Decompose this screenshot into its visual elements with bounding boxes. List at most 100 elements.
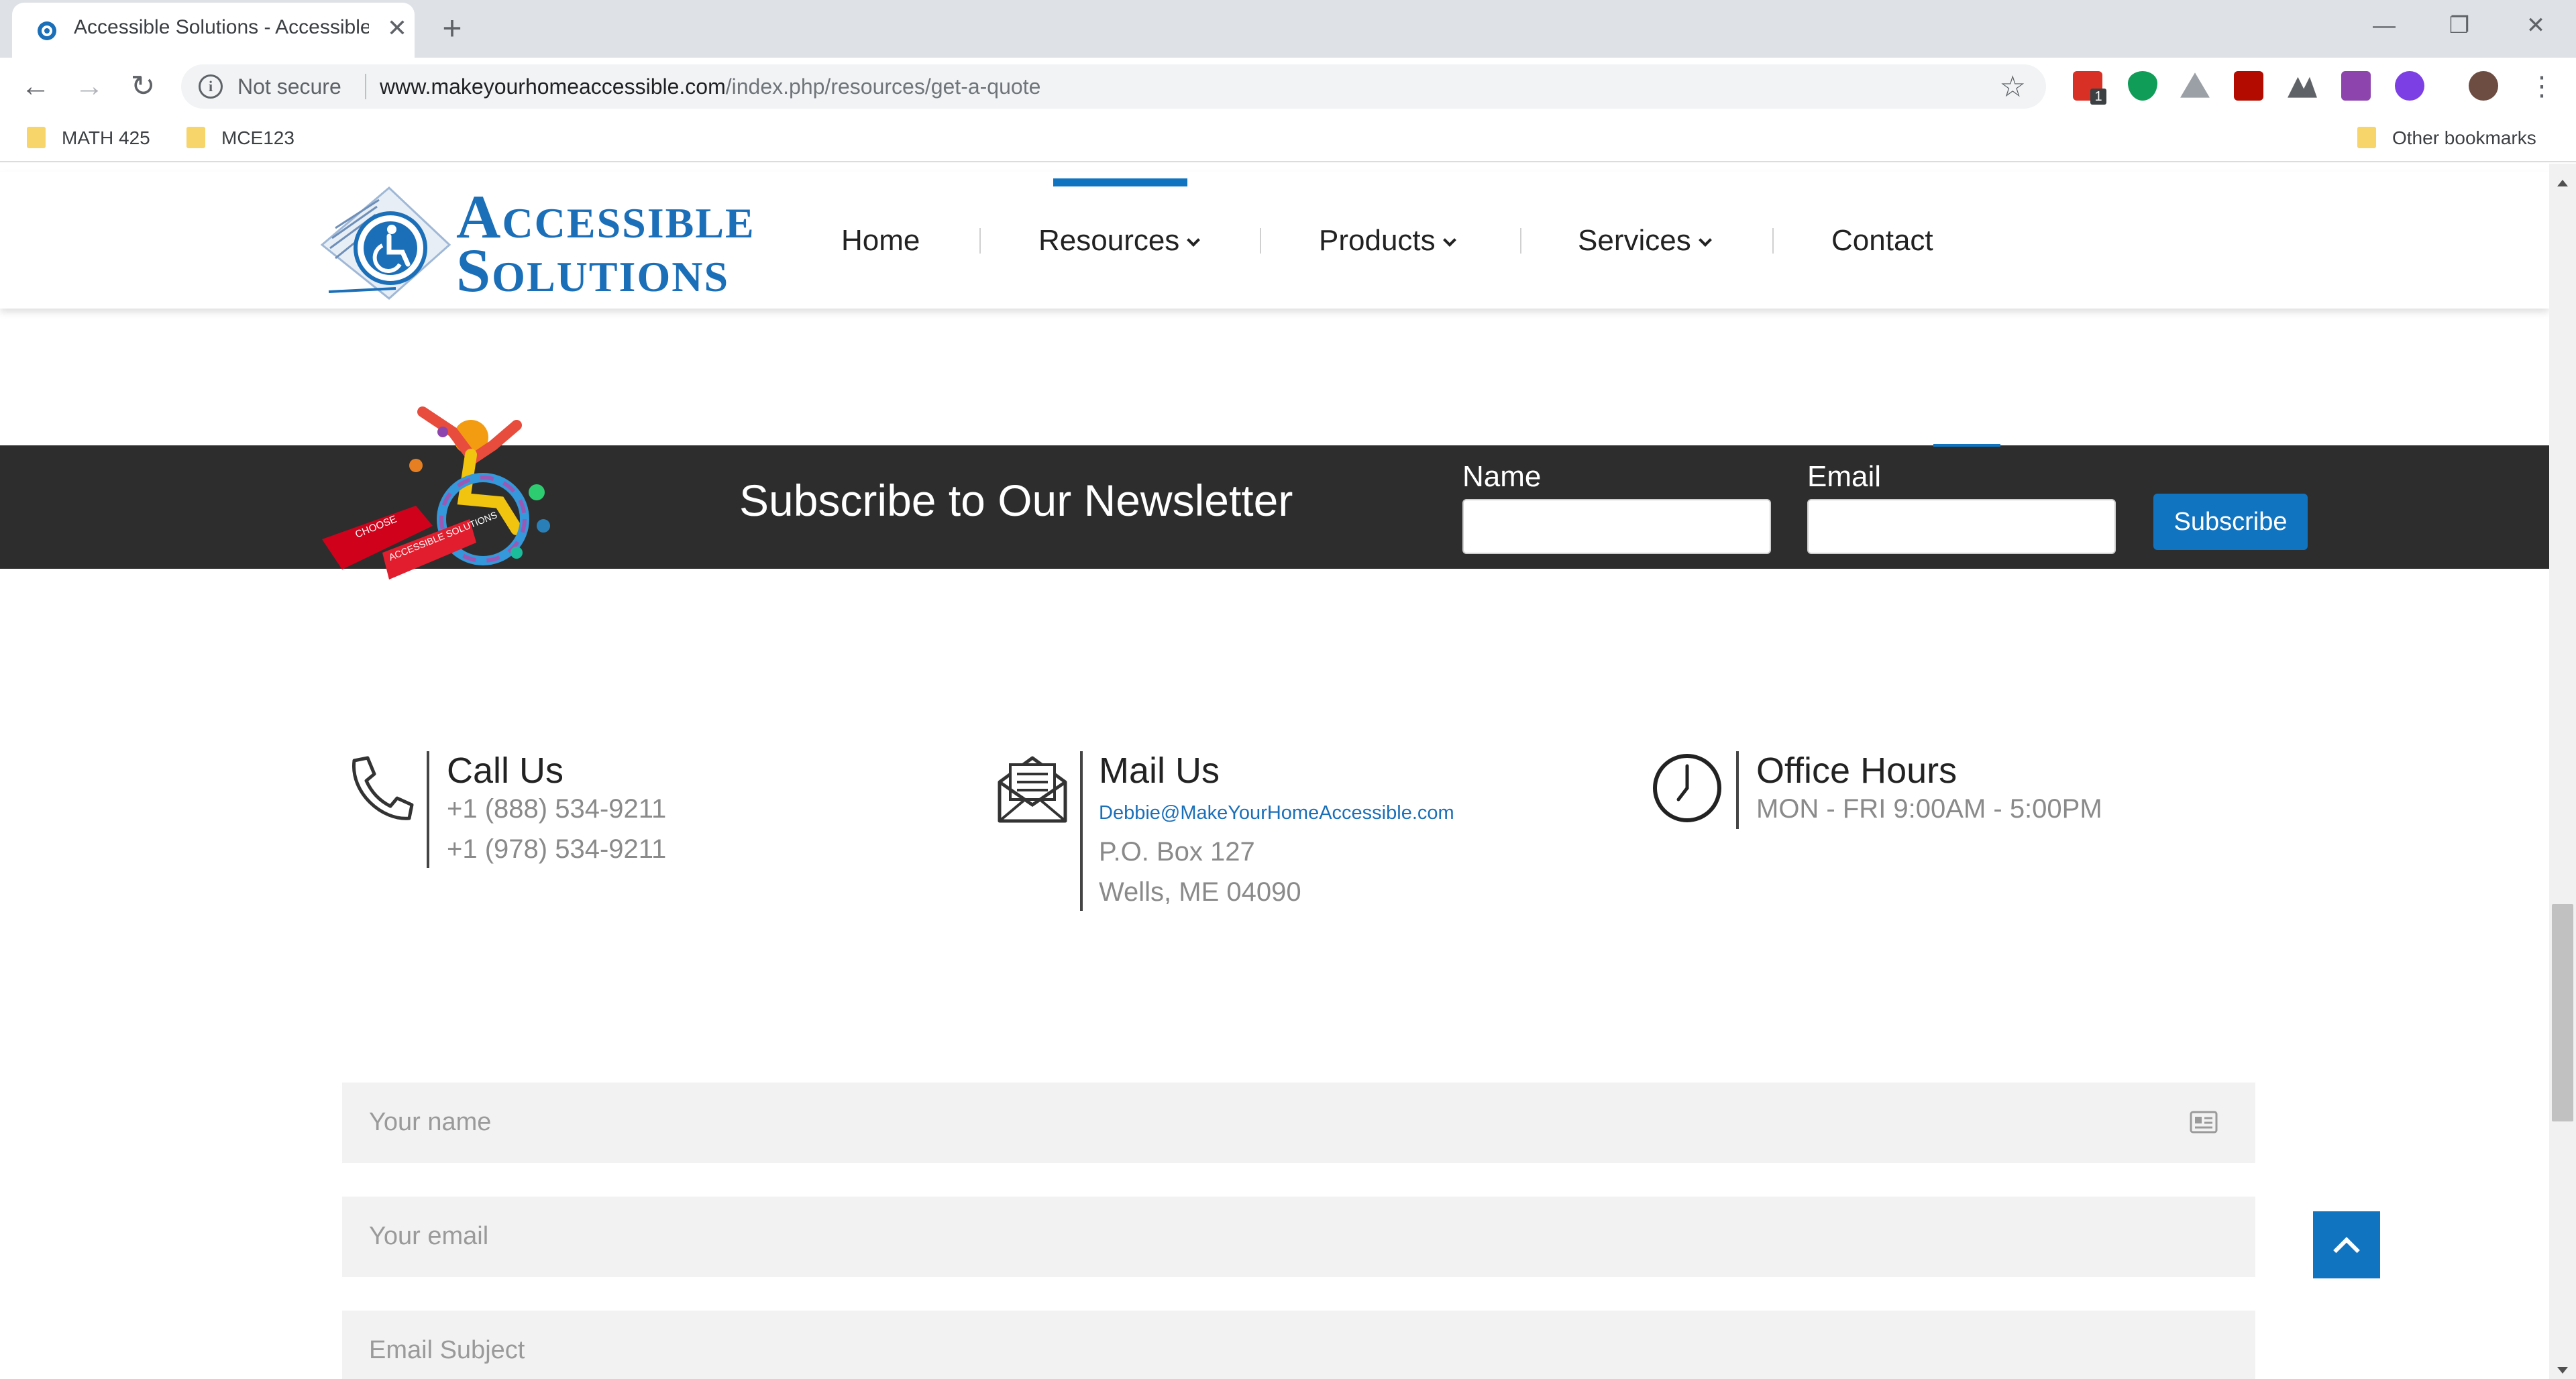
browser-toolbar: ← → ↻ i Not secure www.makeyourhomeacces… — [0, 58, 2576, 115]
your-email-input[interactable]: Your email — [342, 1197, 2255, 1277]
bookmark-label: MATH 425 — [62, 127, 150, 148]
site-logo[interactable]: Accessible Solutions — [315, 181, 758, 305]
wheelchair-mascot-logo: CHOOSE ACCESSIBLE SOLUTIONS — [322, 406, 550, 580]
info-divider — [427, 751, 429, 868]
newsletter-name-input[interactable] — [1462, 499, 1771, 554]
bookmarks-bar: MATH 425 MCE123 Other bookmarks — [0, 115, 2576, 162]
extension-badge: 1 — [2090, 89, 2106, 105]
profile-avatar[interactable] — [2469, 71, 2498, 101]
bookmark-label: MCE123 — [221, 127, 294, 148]
bookmark-math425[interactable]: MATH 425 — [27, 125, 150, 152]
page-viewport: Accessible Solutions Home Resources Prod… — [0, 164, 2549, 1379]
phone-number-2[interactable]: +1 (978) 534-9211 — [447, 834, 666, 865]
nav-separator — [1260, 228, 1261, 254]
nav-resources[interactable]: Resources — [1038, 211, 1201, 271]
email-subject-placeholder: Email Subject — [369, 1336, 525, 1364]
browser-tab-bar: Accessible Solutions - Accessible ✕ + — … — [0, 0, 2576, 58]
your-name-input[interactable]: Your name — [342, 1083, 2255, 1163]
nav-resources-label: Resources — [1038, 224, 1180, 257]
mail-us-title: Mail Us — [1099, 751, 1220, 791]
close-window-icon[interactable]: ✕ — [2509, 7, 2563, 44]
phone-number-1[interactable]: +1 (888) 534-9211 — [447, 794, 666, 824]
site-header: Accessible Solutions Home Resources Prod… — [0, 172, 2549, 309]
nav-separator — [1772, 228, 1774, 254]
logo-text-solutions: Solutions — [456, 236, 730, 305]
chevron-down-icon — [1698, 233, 1712, 247]
other-bookmarks-label: Other bookmarks — [2392, 127, 2536, 148]
other-bookmarks[interactable]: Other bookmarks — [2357, 125, 2536, 152]
url-path: /index.php/resources/get-a-quote — [725, 74, 1041, 99]
favicon-icon — [38, 21, 56, 40]
address-bar[interactable]: i Not secure www.makeyourhomeaccessible.… — [181, 64, 2046, 109]
nav-contact-label: Contact — [1831, 224, 1933, 257]
folder-icon — [27, 126, 46, 148]
your-email-placeholder: Your email — [369, 1222, 489, 1250]
security-label[interactable]: Not secure — [237, 74, 341, 99]
your-name-placeholder: Your name — [369, 1108, 492, 1136]
back-to-top-button[interactable] — [2313, 1211, 2380, 1278]
bookmark-star-icon[interactable]: ☆ — [2000, 70, 2026, 104]
nav-products[interactable]: Products — [1319, 211, 1456, 271]
bookmark-mce123[interactable]: MCE123 — [186, 125, 294, 152]
newsletter-heading: Subscribe to Our Newsletter — [739, 476, 1293, 525]
drive-icon[interactable] — [2180, 72, 2210, 98]
nav-home-label: Home — [841, 224, 920, 257]
scroll-up-arrow[interactable] — [2557, 180, 2568, 186]
scroll-down-arrow[interactable] — [2557, 1367, 2568, 1374]
active-menu-indicator — [1053, 178, 1187, 186]
folder-icon — [186, 126, 205, 148]
subscribe-button[interactable]: Subscribe — [2153, 494, 2308, 550]
s-extension-icon[interactable] — [2341, 71, 2371, 101]
reload-icon[interactable]: ↻ — [123, 67, 162, 106]
info-icon[interactable]: i — [199, 74, 223, 99]
chevron-down-icon — [1187, 233, 1201, 247]
newsletter-accent — [1933, 444, 2000, 447]
new-tab-button[interactable]: + — [436, 11, 468, 46]
tab-close-icon[interactable]: ✕ — [382, 13, 412, 43]
restore-icon[interactable]: ❐ — [2432, 7, 2486, 44]
wheelchair-logo-icon — [320, 186, 451, 300]
address-line-2: Wells, ME 04090 — [1099, 877, 1301, 907]
minimize-icon[interactable]: — — [2357, 7, 2411, 44]
id-card-icon — [2190, 1111, 2218, 1134]
tab-title: Accessible Solutions - Accessible — [74, 16, 369, 38]
url-host: www.makeyourhomeaccessible.com — [380, 74, 726, 99]
nav-separator — [1520, 228, 1521, 254]
pdf-icon[interactable] — [2234, 71, 2263, 101]
email-link[interactable]: Debbie@MakeYourHomeAccessible.com — [1099, 802, 1454, 824]
info-divider — [1080, 751, 1083, 911]
newsletter-email-label: Email — [1807, 460, 1882, 493]
extension-icon[interactable]: 1 — [2073, 71, 2106, 105]
folder-icon — [2357, 126, 2376, 148]
back-arrow-icon[interactable]: ← — [16, 67, 55, 106]
scrollbar-thumb[interactable] — [2552, 904, 2573, 1121]
forward-arrow-icon[interactable]: → — [70, 67, 109, 106]
nav-services-label: Services — [1578, 224, 1691, 257]
envelope-icon — [998, 756, 1067, 823]
phone-icon — [352, 756, 414, 820]
url-text[interactable]: www.makeyourhomeaccessible.com/index.php… — [380, 74, 1040, 99]
nav-contact[interactable]: Contact — [1831, 211, 1933, 271]
extension-mountain-icon[interactable] — [2288, 76, 2317, 98]
chevron-down-icon — [1442, 233, 1456, 247]
call-us-title: Call Us — [447, 751, 564, 791]
circle-extension-icon[interactable] — [2395, 71, 2424, 101]
office-hours-title: Office Hours — [1756, 751, 1957, 791]
page-scrollbar[interactable] — [2549, 164, 2576, 1379]
menu-dots-icon[interactable]: ⋮ — [2522, 67, 2561, 106]
nav-separator — [979, 228, 981, 254]
browser-tab[interactable]: Accessible Solutions - Accessible ✕ — [12, 3, 415, 58]
office-hours-text: MON - FRI 9:00AM - 5:00PM — [1756, 794, 2102, 824]
info-divider — [1736, 751, 1739, 829]
clock-icon — [1653, 754, 1721, 822]
shield-extension-icon[interactable] — [2128, 71, 2157, 101]
nav-services[interactable]: Services — [1578, 211, 1712, 271]
chevron-up-icon — [2333, 1237, 2360, 1264]
newsletter-email-input[interactable] — [1807, 499, 2116, 554]
newsletter-name-label: Name — [1462, 460, 1542, 493]
omnibox-separator — [365, 74, 366, 99]
nav-products-label: Products — [1319, 224, 1436, 257]
address-line-1: P.O. Box 127 — [1099, 837, 1255, 867]
nav-home[interactable]: Home — [841, 211, 920, 271]
email-subject-input[interactable]: Email Subject — [342, 1311, 2255, 1379]
